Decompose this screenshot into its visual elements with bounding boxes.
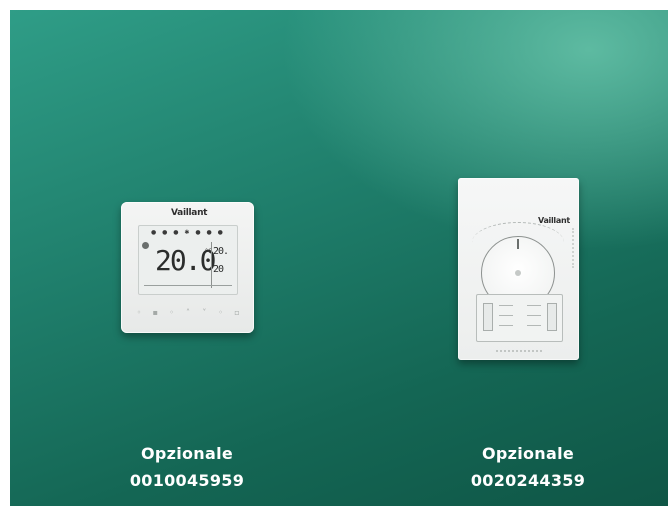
analog-thermostat-image: Vaillant (458, 178, 579, 360)
brand-logo: Vaillant (171, 208, 208, 218)
clock-icon: ◦ (218, 308, 223, 317)
caption-label: Opzionale (140, 444, 234, 463)
thermostat-display: ● ● ● ✱ ● ● ● 20.0 °C 20. 20 (138, 225, 238, 295)
touch-button-row: ◦ ▪ ◦ ˄ ˅ ◦ ▫ (135, 308, 241, 318)
product-caption-analog: Opzionale 0020244359 (428, 444, 628, 491)
display-bar (144, 285, 232, 286)
product-panel: Vaillant ● ● ● ✱ ● ● ● 20.0 °C 20. 20 ◦ … (10, 10, 668, 506)
side-vent (572, 228, 576, 268)
caption-label: Opzionale (481, 444, 575, 463)
display-side-value-bottom: 20 (213, 264, 224, 275)
switch-label-line (527, 305, 541, 306)
fan-icon (142, 242, 149, 249)
brand-logo: Vaillant (538, 216, 570, 225)
product-caption-digital: Opzionale 0010045959 (87, 444, 287, 491)
dial-indicator (517, 239, 519, 249)
bottom-vent (496, 350, 542, 354)
menu-icon: ▫ (234, 308, 240, 317)
switch-label-line (499, 315, 513, 316)
dial-center (515, 270, 521, 276)
display-divider (211, 242, 212, 288)
product-code: 0020244359 (470, 471, 586, 490)
display-side-value-top: 20. (213, 246, 229, 257)
switch-label-line (499, 305, 513, 306)
down-icon: ˅ (202, 308, 207, 317)
mode-switch (483, 303, 493, 331)
product-code: 0010045959 (129, 471, 245, 490)
switch-label-line (499, 325, 513, 326)
fan-speed-icon: ◦ (169, 308, 175, 317)
digital-thermostat-image: Vaillant ● ● ● ✱ ● ● ● 20.0 °C 20. 20 ◦ … (121, 202, 254, 333)
switch-label-line (527, 315, 541, 316)
up-icon: ˄ (185, 308, 190, 317)
power-icon: ◦ (136, 308, 142, 317)
fan-switch (547, 303, 557, 331)
mode-icon: ▪ (152, 308, 159, 317)
display-indicator-icons: ● ● ● ✱ ● ● ● (151, 229, 225, 236)
mode-switch-panel (476, 294, 563, 342)
switch-label-line (527, 325, 541, 326)
